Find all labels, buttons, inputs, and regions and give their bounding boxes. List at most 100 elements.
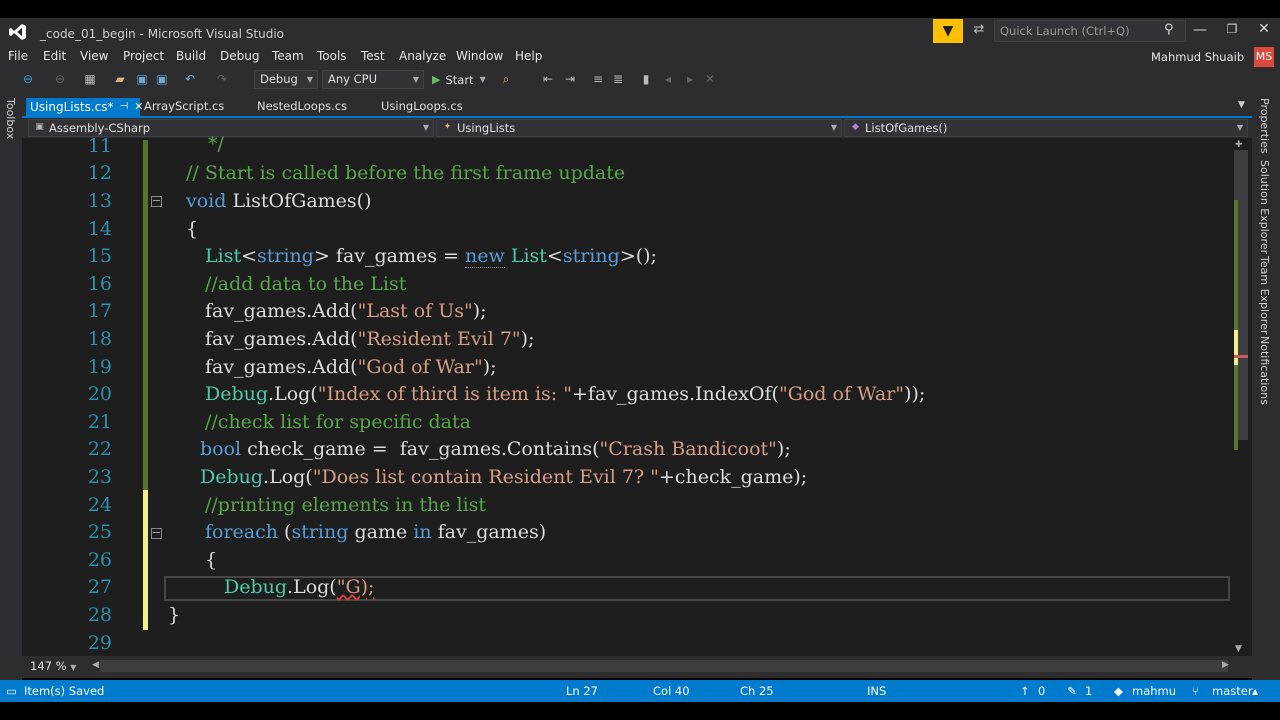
keyword: void — [186, 190, 227, 212]
horizontal-scrollbar[interactable] — [100, 660, 1228, 672]
new-project-icon[interactable]: ▦ — [82, 71, 98, 88]
feedback-icon[interactable]: ⇄ — [970, 22, 988, 40]
tab-nestedloops[interactable]: NestedLoops.cs — [257, 99, 347, 113]
clear-bookmarks-icon[interactable]: ✕ — [702, 71, 718, 88]
open-folder-icon[interactable]: ▰ — [112, 71, 128, 88]
start-button[interactable]: ▶ Start ▼ — [432, 71, 486, 88]
status-repository[interactable]: mahmu — [1132, 684, 1176, 698]
chevron-down-icon[interactable]: ▼ — [1238, 100, 1245, 110]
menu-project[interactable]: Project — [123, 49, 164, 63]
undo-icon[interactable]: ↶ — [182, 71, 198, 88]
notifications-tab[interactable]: Notifications — [1258, 336, 1271, 405]
scroll-right-icon[interactable]: ▶ — [1222, 660, 1229, 670]
line-number: 28 — [87, 604, 112, 626]
step-over-icon[interactable]: ⇥ — [562, 71, 578, 88]
menu-analyze[interactable]: Analyze — [399, 49, 446, 63]
code-line-17: fav_games.Add("Last of Us"); — [205, 300, 487, 322]
save-all-icon[interactable]: ▣ — [154, 71, 170, 88]
solution-explorer-tab[interactable]: Solution Explorer — [1258, 160, 1271, 254]
pencil-icon[interactable]: ✎ — [1067, 684, 1077, 698]
menu-file[interactable]: File — [8, 49, 28, 63]
line-number: 17 — [87, 300, 112, 322]
code-line-16: //add data to the List — [205, 273, 407, 295]
menu-debug[interactable]: Debug — [220, 49, 259, 63]
scrollbar-caret-marker — [1234, 355, 1248, 358]
bookmark-icon[interactable]: ▮ — [638, 71, 654, 88]
scroll-down-icon[interactable]: ▼ — [1235, 644, 1242, 654]
user-name[interactable]: Mahmud Shuaib — [1151, 50, 1244, 64]
code-line-15: List<string> fav_games = new List<string… — [205, 245, 657, 268]
configuration-select[interactable]: Debug ▼ — [254, 70, 318, 89]
code-text: fav_games.Add( — [205, 300, 358, 322]
chevron-up-icon[interactable]: ▲ — [1252, 687, 1258, 696]
scroll-left-icon[interactable]: ◀ — [92, 660, 99, 670]
pin-icon[interactable]: ⊣ — [119, 98, 128, 116]
line-number: 22 — [87, 438, 112, 460]
toolbox-tab[interactable]: Toolbox — [4, 98, 17, 139]
member-value: ListOfGames() — [865, 121, 948, 135]
string-literal: "God of War" — [357, 356, 483, 378]
collapse-icon[interactable]: − — [151, 195, 162, 207]
status-saved-icon: ▭ — [6, 684, 17, 698]
code-text: ( — [278, 521, 292, 543]
repository-icon[interactable]: ◆ — [1114, 684, 1123, 698]
menu-window[interactable]: Window — [456, 49, 503, 63]
search-icon[interactable]: ⚲ — [1164, 22, 1180, 40]
avatar[interactable]: MS — [1254, 47, 1274, 67]
menu-edit[interactable]: Edit — [43, 49, 66, 63]
close-icon[interactable]: ✕ — [134, 98, 143, 116]
menu-build[interactable]: Build — [176, 49, 206, 63]
line-number: 23 — [87, 466, 112, 488]
uncomment-icon[interactable]: ≣ — [610, 71, 626, 88]
status-unpushed-count[interactable]: 0 — [1038, 684, 1045, 698]
redo-icon[interactable]: ↷ — [214, 71, 230, 88]
notification-filter-icon[interactable]: ▼ — [933, 19, 963, 43]
minimize-button[interactable]: — — [1190, 22, 1210, 40]
status-char: Ch 25 — [740, 684, 774, 698]
class-select[interactable]: ✦ UsingLists ▼ — [436, 119, 842, 137]
tab-usingloops[interactable]: UsingLoops.cs — [381, 99, 463, 113]
code-text: < — [241, 245, 258, 267]
close-button[interactable]: ✕ — [1254, 21, 1274, 39]
menu-test[interactable]: Test — [361, 49, 385, 63]
status-branch[interactable]: master — [1212, 684, 1253, 698]
menu-view[interactable]: View — [80, 49, 108, 63]
collapse-icon[interactable]: − — [151, 527, 162, 539]
line-number: 15 — [87, 245, 112, 267]
prev-bookmark-icon[interactable]: ◂ — [660, 71, 676, 88]
find-in-files-icon[interactable]: ⌕ — [498, 71, 514, 88]
maximize-button[interactable]: ❐ — [1222, 22, 1242, 40]
forward-icon[interactable]: ⊖ — [52, 71, 68, 88]
menu-tools[interactable]: Tools — [317, 49, 347, 63]
quick-launch-input[interactable]: Quick Launch (Ctrl+Q) — [994, 20, 1186, 42]
code-text: .Log( — [287, 576, 337, 598]
code-line-27: Debug.Log("G); — [224, 576, 374, 598]
comment-icon[interactable]: ≡ — [590, 71, 606, 88]
chevron-down-icon: ▼ — [70, 663, 77, 672]
next-bookmark-icon[interactable]: ▸ — [682, 71, 698, 88]
menu-team[interactable]: Team — [272, 49, 304, 63]
save-icon[interactable]: ▣ — [134, 71, 150, 88]
member-select[interactable]: ◆ ListOfGames() ▼ — [844, 119, 1248, 137]
tab-usinglists[interactable]: UsingLists.cs* ⊣ ✕ — [26, 98, 143, 116]
letterbox-top — [0, 0, 1280, 18]
branch-icon[interactable]: ⑂ — [1192, 684, 1199, 698]
keyword: new — [465, 245, 505, 268]
tab-arrayscript[interactable]: ArrayScript.cs — [144, 99, 224, 113]
back-icon[interactable]: ⊖ — [20, 71, 36, 88]
scroll-up-icon[interactable]: ✚ — [1235, 140, 1243, 150]
platform-select[interactable]: Any CPU ▼ — [322, 70, 424, 89]
code-text: fav_games.Add( — [205, 356, 358, 378]
line-number: 18 — [87, 328, 112, 350]
chevron-down-icon: ▼ — [1236, 123, 1243, 132]
zoom-select[interactable]: 147 % ▼ — [30, 659, 76, 673]
tab-label: UsingLists.cs* — [30, 100, 114, 114]
status-changes-count[interactable]: 1 — [1085, 684, 1092, 698]
letterbox-bottom — [0, 702, 1280, 720]
class-value: UsingLists — [457, 121, 516, 135]
arrow-up-icon[interactable]: ↑ — [1020, 684, 1030, 698]
step-icon[interactable]: ⇤ — [540, 71, 556, 88]
menu-help[interactable]: Help — [515, 49, 542, 63]
properties-tab[interactable]: Properties — [1258, 98, 1271, 154]
team-explorer-tab[interactable]: Team Explorer — [1258, 256, 1271, 334]
